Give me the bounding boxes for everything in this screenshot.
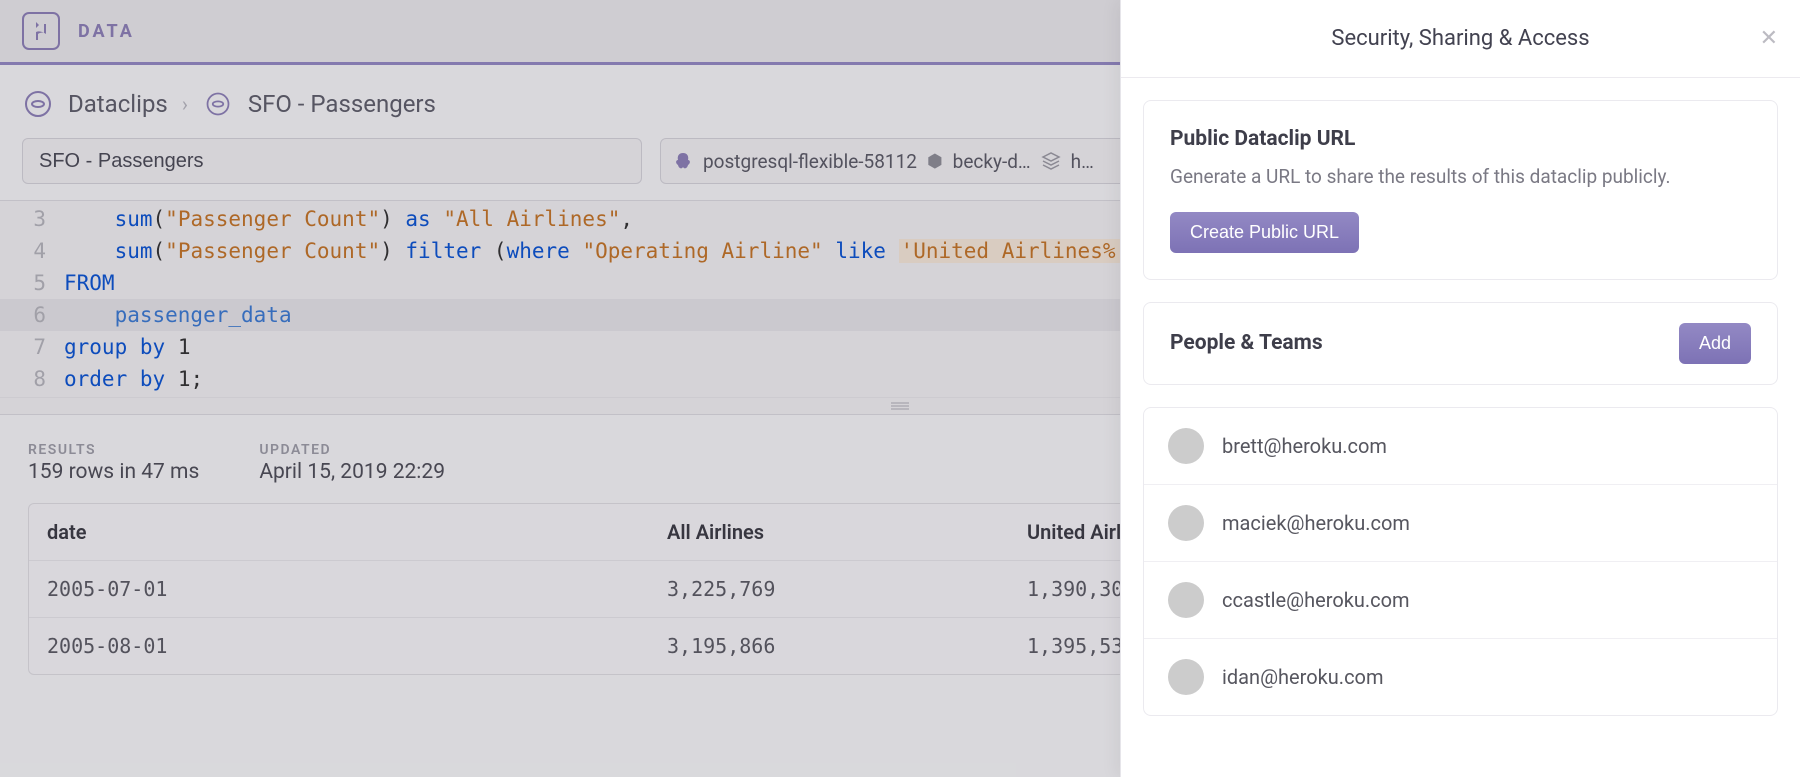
- breadcrumb-current: SFO - Passengers: [248, 90, 436, 118]
- sharing-sidepanel: Security, Sharing & Access ✕ Public Data…: [1120, 0, 1800, 777]
- drag-handle-icon: [889, 401, 911, 411]
- person-email: maciek@heroku.com: [1222, 511, 1410, 535]
- people-teams-heading: People & Teams: [1170, 331, 1323, 355]
- hexagon-icon: ⬢: [927, 151, 943, 172]
- results-summary: 159 rows in 47 ms: [28, 460, 199, 484]
- col-header-all: All Airlines: [649, 504, 1009, 560]
- postgres-icon: [673, 151, 693, 171]
- results-summary-block: RESULTS 159 rows in 47 ms: [28, 442, 199, 484]
- line-number: 4: [0, 235, 64, 267]
- public-url-heading: Public Dataclip URL: [1170, 127, 1751, 151]
- dataclips-icon: [22, 88, 54, 120]
- heroku-mark-icon: [32, 20, 50, 42]
- people-list: brett@heroku.com maciek@heroku.com ccastle…: [1143, 407, 1778, 716]
- person-row[interactable]: brett@heroku.com: [1144, 408, 1777, 485]
- public-url-desc: Generate a URL to share the results of t…: [1170, 163, 1751, 192]
- avatar: [1168, 505, 1204, 541]
- breadcrumb-root[interactable]: Dataclips: [68, 90, 168, 118]
- cell-date: 2005-07-01: [29, 561, 649, 617]
- sidepanel-title: Security, Sharing & Access: [1331, 26, 1589, 51]
- line-number: 8: [0, 363, 64, 395]
- close-icon[interactable]: ✕: [1760, 26, 1778, 51]
- cell-all: 3,195,866: [649, 618, 1009, 674]
- person-email: ccastle@heroku.com: [1222, 588, 1410, 612]
- db-app: becky-d…: [953, 150, 1031, 173]
- public-url-card: Public Dataclip URL Generate a URL to sh…: [1143, 100, 1778, 280]
- heroku-logo[interactable]: [22, 12, 60, 50]
- updated-block: UPDATED April 15, 2019 22:29: [259, 442, 445, 484]
- person-email: idan@heroku.com: [1222, 665, 1383, 689]
- dataclip-title-input[interactable]: [22, 138, 642, 184]
- cell-all: 3,225,769: [649, 561, 1009, 617]
- breadcrumb: Dataclips › SFO - Passengers: [22, 88, 436, 120]
- db-primary: postgresql-flexible-58112: [703, 150, 917, 173]
- cell-date: 2005-08-01: [29, 618, 649, 674]
- create-public-url-button[interactable]: Create Public URL: [1170, 212, 1359, 253]
- avatar: [1168, 582, 1204, 618]
- db-extra: h…: [1071, 150, 1094, 173]
- people-teams-card: People & Teams Add: [1143, 302, 1778, 385]
- sidepanel-header: Security, Sharing & Access ✕: [1121, 0, 1800, 78]
- brand-label: DATA: [78, 21, 135, 42]
- avatar: [1168, 659, 1204, 695]
- results-label: RESULTS: [28, 442, 199, 458]
- person-row[interactable]: idan@heroku.com: [1144, 639, 1777, 715]
- avatar: [1168, 428, 1204, 464]
- line-number: 3: [0, 203, 64, 235]
- updated-label: UPDATED: [259, 442, 445, 458]
- line-number: 6: [0, 299, 64, 331]
- col-header-date: date: [29, 504, 649, 560]
- stack-icon: [1041, 151, 1061, 171]
- line-number: 5: [0, 267, 64, 299]
- add-person-button[interactable]: Add: [1679, 323, 1751, 364]
- person-row[interactable]: maciek@heroku.com: [1144, 485, 1777, 562]
- person-row[interactable]: ccastle@heroku.com: [1144, 562, 1777, 639]
- person-email: brett@heroku.com: [1222, 434, 1387, 458]
- breadcrumb-separator: ›: [182, 92, 188, 116]
- line-number: 7: [0, 331, 64, 363]
- dataclip-icon: [202, 88, 234, 120]
- updated-value: April 15, 2019 22:29: [259, 460, 445, 484]
